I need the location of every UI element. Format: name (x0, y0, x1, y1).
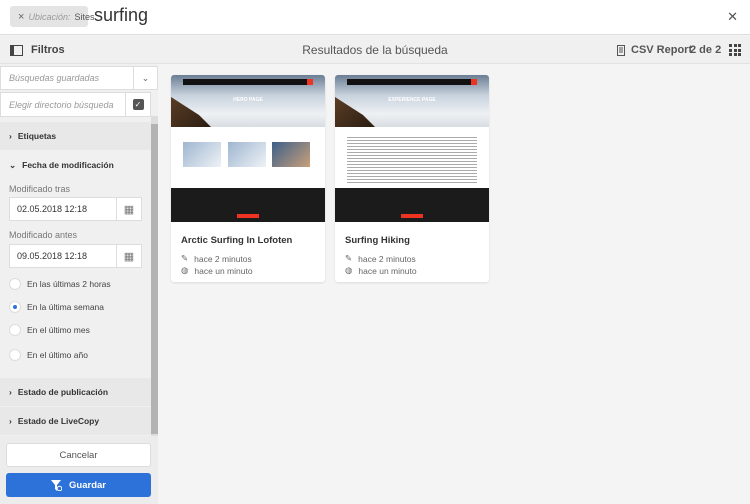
search-input[interactable] (94, 5, 494, 26)
result-count: 2 de 2 (690, 44, 722, 56)
save-button[interactable]: Guardar (6, 473, 151, 497)
after-date-value: 02.05.2018 12:18 (17, 204, 88, 214)
after-date-field[interactable]: 02.05.2018 12:18 ▦ (9, 197, 142, 221)
published-time: ◍ hace un minuto (181, 265, 253, 276)
radio-last-2-hours[interactable]: En las últimas 2 horas (9, 278, 111, 290)
directory-input[interactable]: Elegir directorio búsqueda ✓ (0, 92, 151, 117)
checkbox[interactable]: ✓ (125, 93, 150, 116)
radio-button[interactable] (9, 301, 21, 313)
page-thumbnail: HERO PAGE (171, 75, 325, 222)
search-bar: × Ubicación: Sites ✕ (0, 0, 750, 35)
cancel-button[interactable]: Cancelar (6, 443, 151, 467)
result-card[interactable]: HERO PAGE Arctic Surfing In Lofoten ✎ hac… (171, 75, 325, 282)
radio-button[interactable] (9, 349, 21, 361)
filters-toggle[interactable]: Filtros (10, 44, 65, 56)
pencil-icon: ✎ (181, 253, 189, 263)
location-value: Sites (74, 11, 95, 22)
chevron-right-icon: › (9, 387, 12, 397)
livecopy-status-label: Estado de LiveCopy (17, 416, 100, 426)
radio-label: En el último mes (27, 325, 90, 335)
tags-label: Etiquetas (17, 131, 57, 141)
chevron-down-icon[interactable]: ⌄ (133, 67, 157, 89)
modified-section[interactable]: ⌄ Fecha de modificación (0, 151, 151, 179)
radio-last-week[interactable]: En la última semana (9, 301, 104, 313)
livecopy-status-section[interactable]: › Estado de LiveCopy (0, 407, 151, 435)
card-title[interactable]: Arctic Surfing In Lofoten (181, 235, 292, 246)
toolbar: Resultados de la búsqueda Filtros CSV Re… (0, 36, 750, 64)
radio-label: En la última semana (27, 302, 105, 312)
thumbnail-hero-text: HERO PAGE (233, 97, 263, 103)
published-text: hace un minuto (194, 265, 253, 276)
filter-sidebar: Búsquedas guardadas ⌄ Elegir directorio … (0, 64, 158, 504)
before-date-value: 09.05.2018 12:18 (17, 251, 88, 261)
radio-last-month[interactable]: En el último mes (9, 324, 90, 336)
radio-label: En las últimas 2 horas (27, 279, 111, 289)
sidebar-icon (10, 44, 23, 56)
filters-label: Filtros (31, 44, 65, 56)
sidebar-footer: Cancelar Guardar (0, 436, 158, 504)
pencil-icon: ✎ (345, 253, 353, 263)
radio-label: En el último año (27, 350, 88, 360)
radio-button[interactable] (9, 324, 21, 336)
globe-icon: ◍ (345, 265, 353, 275)
location-tag[interactable]: × Ubicación: Sites (10, 6, 94, 27)
calendar-icon[interactable]: ▦ (116, 245, 141, 267)
location-label: Ubicación: (28, 11, 71, 22)
chevron-down-icon: ⌄ (9, 159, 17, 170)
after-label: Modificado tras (9, 184, 71, 194)
modified-text: hace 2 minutos (194, 253, 252, 264)
page-thumbnail: EXPERIENCE PAGE (335, 75, 489, 222)
card-title[interactable]: Surfing Hiking (345, 235, 410, 246)
grid-view-icon[interactable] (729, 44, 741, 56)
result-card[interactable]: EXPERIENCE PAGE Surfing Hiking ✎ hace 2 m… (335, 75, 489, 282)
save-label: Guardar (69, 479, 106, 491)
saved-searches-select[interactable]: Búsquedas guardadas ⌄ (0, 66, 158, 90)
radio-button[interactable] (9, 278, 21, 290)
thumbnail-hero-text: EXPERIENCE PAGE (388, 97, 436, 103)
remove-tag-icon[interactable]: × (18, 11, 24, 23)
radio-last-year[interactable]: En el último año (9, 349, 88, 361)
document-icon (617, 44, 625, 56)
csv-label: CSV Report (631, 44, 693, 56)
modified-time: ✎ hace 2 minutos (181, 253, 252, 264)
chevron-right-icon: › (9, 416, 12, 426)
globe-icon: ◍ (181, 265, 189, 275)
chevron-right-icon: › (9, 131, 12, 141)
modified-time: ✎ hace 2 minutos (345, 253, 416, 264)
checkmark-icon: ✓ (132, 99, 144, 110)
before-date-field[interactable]: 09.05.2018 12:18 ▦ (9, 244, 142, 268)
saved-searches-placeholder: Búsquedas guardadas (9, 73, 100, 83)
scrollbar-thumb[interactable] (151, 124, 158, 434)
published-time: ◍ hace un minuto (345, 265, 417, 276)
modified-label: Fecha de modificación (22, 160, 114, 170)
publish-status-section[interactable]: › Estado de publicación (0, 378, 151, 406)
close-icon[interactable]: ✕ (727, 9, 738, 25)
published-text: hace un minuto (358, 265, 417, 276)
tags-section[interactable]: › Etiquetas (0, 122, 151, 150)
publish-status-label: Estado de publicación (17, 387, 109, 397)
modified-text: hace 2 minutos (358, 253, 416, 264)
csv-report-button[interactable]: CSV Report (617, 44, 692, 56)
before-label: Modificado antes (9, 230, 78, 240)
directory-placeholder: Elegir directorio búsqueda (9, 99, 114, 110)
filter-add-icon (51, 479, 63, 491)
calendar-icon[interactable]: ▦ (116, 198, 141, 220)
